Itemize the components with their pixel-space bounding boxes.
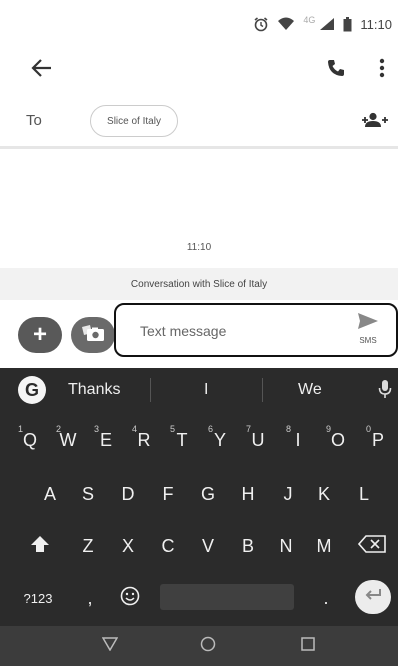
key-u[interactable]: 7U <box>240 420 276 460</box>
send-mode-label: SMS <box>359 336 377 345</box>
key-p[interactable]: 0P <box>360 420 396 460</box>
key-w[interactable]: 2W <box>50 420 86 460</box>
conversation-banner: Conversation with Slice of Italy <box>0 268 398 300</box>
shift-icon <box>30 535 50 558</box>
space-key[interactable] <box>160 584 294 610</box>
nav-recents-icon <box>301 636 315 656</box>
key-i[interactable]: 8I <box>280 420 316 460</box>
nav-recents-button[interactable] <box>296 636 320 656</box>
wifi-icon <box>277 17 295 31</box>
key-b[interactable]: B <box>230 526 266 566</box>
plus-icon: + <box>32 321 47 348</box>
nav-home-button[interactable] <box>196 636 220 656</box>
camera-gallery-icon <box>80 324 106 347</box>
key-q[interactable]: 1Q <box>12 420 48 460</box>
send-button[interactable]: SMS <box>354 312 382 352</box>
key-g[interactable]: G <box>190 474 226 514</box>
enter-key[interactable] <box>355 580 391 614</box>
add-recipient-button[interactable] <box>360 110 390 134</box>
emoji-icon <box>120 586 140 611</box>
recipient-divider <box>0 146 398 149</box>
message-input[interactable] <box>140 319 340 343</box>
suggestion-3[interactable]: We <box>298 381 322 399</box>
call-button[interactable] <box>322 56 350 84</box>
key-r[interactable]: 4R <box>126 420 162 460</box>
key-k[interactable]: K <box>306 474 342 514</box>
battery-icon <box>343 16 352 32</box>
message-timestamp: 11:10 <box>186 242 212 253</box>
nav-back-icon <box>101 636 119 656</box>
status-bar: 4G 11:10 <box>0 0 398 52</box>
phone-icon <box>326 58 346 83</box>
key-m[interactable]: M <box>306 526 342 566</box>
enter-icon <box>364 588 382 607</box>
send-icon <box>357 312 379 335</box>
suggestion-2[interactable]: I <box>204 381 208 399</box>
backspace-icon <box>357 534 386 558</box>
add-attachment-button[interactable]: + <box>18 317 62 353</box>
navigation-bar <box>0 626 398 666</box>
key-d[interactable]: D <box>110 474 146 514</box>
back-button[interactable] <box>28 56 56 84</box>
suggestion-bar: G Thanks I We <box>0 368 398 410</box>
message-field-container: SMS <box>114 303 398 357</box>
camera-gallery-button[interactable] <box>71 317 115 353</box>
key-x[interactable]: X <box>110 526 146 566</box>
mic-icon <box>378 379 392 404</box>
conversation-banner-text: Conversation with Slice of Italy <box>130 278 268 290</box>
symbols-key[interactable]: ?123 <box>16 578 60 618</box>
key-f[interactable]: F <box>150 474 186 514</box>
comma-key[interactable]: , <box>72 578 108 618</box>
voice-input-button[interactable] <box>376 379 394 403</box>
emoji-key[interactable] <box>112 578 148 618</box>
alarm-icon <box>253 16 269 32</box>
more-vert-icon <box>379 58 385 83</box>
key-j[interactable]: J <box>270 474 306 514</box>
key-h[interactable]: H <box>230 474 266 514</box>
suggestion-1[interactable]: Thanks <box>68 381 120 399</box>
key-s[interactable]: S <box>70 474 106 514</box>
status-time: 11:10 <box>360 16 392 32</box>
key-z[interactable]: Z <box>70 526 106 566</box>
add-person-icon <box>361 112 389 133</box>
key-a[interactable]: A <box>32 474 68 514</box>
key-y[interactable]: 6Y <box>202 420 238 460</box>
nav-back-button[interactable] <box>98 636 122 656</box>
recipient-row: To Slice of Italy <box>0 100 398 144</box>
suggestion-divider <box>262 378 263 402</box>
app-bar <box>0 48 398 92</box>
nav-home-icon <box>200 636 216 657</box>
status-icons: 4G 11:10 <box>253 15 392 32</box>
period-key[interactable]: . <box>308 578 344 618</box>
back-arrow-icon <box>31 58 53 83</box>
compose-bar: + SMS <box>0 300 398 368</box>
shift-key[interactable] <box>22 526 58 566</box>
recipient-chip[interactable]: Slice of Italy <box>90 105 178 137</box>
to-label: To <box>26 112 42 129</box>
keyboard: G Thanks I We 1Q 2W 3E 4R 5T 6Y 7U 8I 9O… <box>0 368 398 626</box>
key-o[interactable]: 9O <box>320 420 356 460</box>
key-v[interactable]: V <box>190 526 226 566</box>
key-t[interactable]: 5T <box>164 420 200 460</box>
google-logo-icon[interactable]: G <box>18 376 46 404</box>
key-c[interactable]: C <box>150 526 186 566</box>
network-type-label: 4G <box>303 15 316 25</box>
key-e[interactable]: 3E <box>88 420 124 460</box>
backspace-key[interactable] <box>354 526 390 566</box>
suggestion-divider <box>150 378 151 402</box>
signal-icon <box>319 17 335 31</box>
key-n[interactable]: N <box>268 526 304 566</box>
more-options-button[interactable] <box>370 56 394 84</box>
key-l[interactable]: L <box>346 474 382 514</box>
